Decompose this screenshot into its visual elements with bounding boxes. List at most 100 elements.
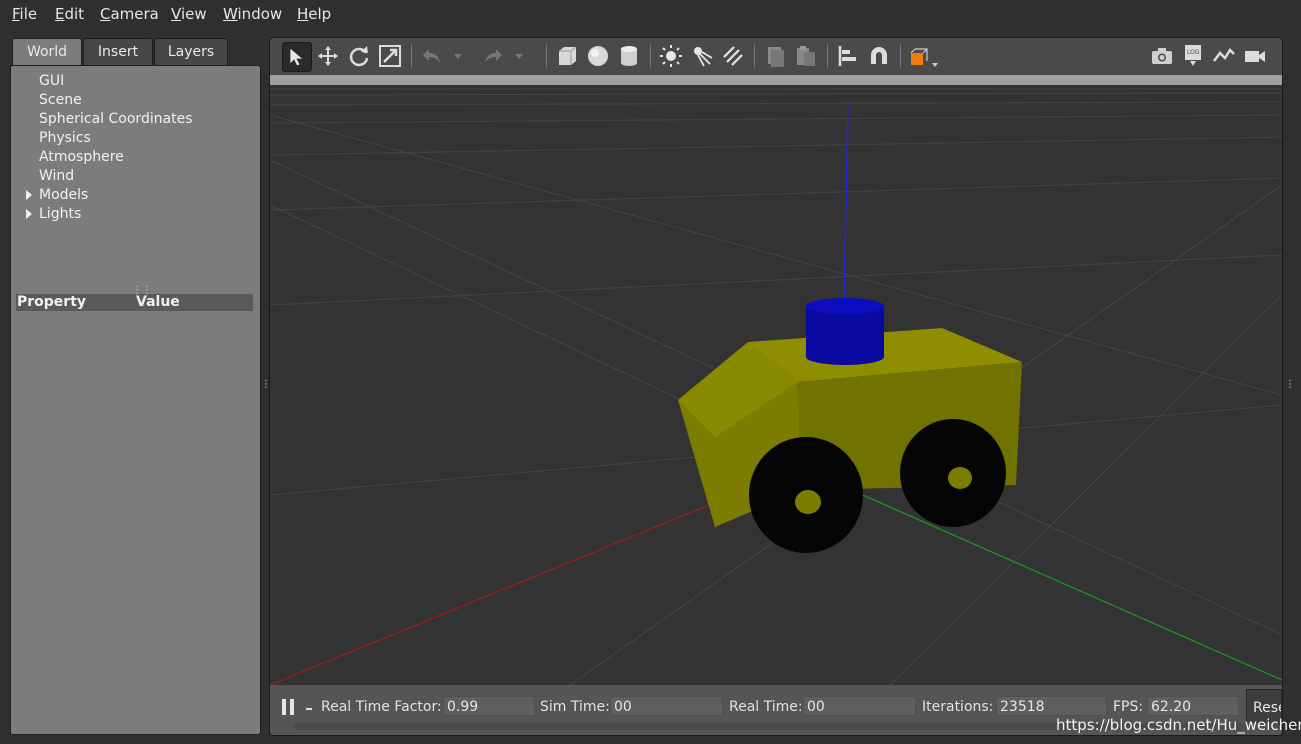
svg-text:LOG: LOG xyxy=(1187,49,1200,56)
menu-camera[interactable]: Camera xyxy=(100,5,159,23)
toolbar-separator xyxy=(411,44,412,68)
tree-item-physics[interactable]: Physics xyxy=(39,130,91,146)
real-time-factor-label: Real Time Factor: xyxy=(321,699,442,715)
iterations-value: 23518 xyxy=(996,696,1107,716)
rear-wheel-hub xyxy=(948,467,972,489)
menu-window[interactable]: Window xyxy=(223,5,282,23)
screenshot-button[interactable] xyxy=(1148,42,1176,70)
video-record-button[interactable] xyxy=(1241,42,1269,70)
sim-time-label: Sim Time: xyxy=(540,699,610,715)
undo-button[interactable] xyxy=(418,42,446,70)
redo-icon xyxy=(485,49,502,63)
tree-item-gui[interactable]: GUI xyxy=(39,73,64,89)
log-button[interactable]: LOG xyxy=(1179,42,1207,70)
fps-value: 62.20 xyxy=(1147,696,1239,716)
copy-button[interactable] xyxy=(761,42,789,70)
scale-icon xyxy=(379,45,401,67)
menu-window-mnemonic: W xyxy=(223,5,238,23)
menu-view-label: iew xyxy=(180,5,207,23)
redo-button[interactable] xyxy=(479,42,507,70)
snap-icon xyxy=(871,47,887,64)
menu-camera-label: amera xyxy=(110,5,159,23)
plot-icon xyxy=(1213,48,1235,62)
select-mode-button[interactable] xyxy=(282,42,312,72)
value-column-header[interactable]: Value xyxy=(136,294,180,310)
insert-box-button[interactable] xyxy=(553,42,581,70)
undo-icon xyxy=(423,49,440,63)
menu-edit[interactable]: Edit xyxy=(55,5,84,23)
paste-icon xyxy=(797,46,815,66)
spot-light-button[interactable] xyxy=(688,42,716,70)
rotate-icon xyxy=(349,46,369,67)
insert-sphere-button[interactable] xyxy=(584,42,612,70)
menu-view[interactable]: View xyxy=(171,5,207,23)
front-wheel-hub xyxy=(795,490,821,514)
menu-camera-mnemonic: C xyxy=(100,5,111,23)
menu-bar: File Edit Camera View Window Help xyxy=(0,0,1301,28)
expand-arrow-icon[interactable] xyxy=(26,190,32,200)
toolbar-separator xyxy=(827,44,828,68)
tab-world[interactable]: World xyxy=(12,38,82,65)
3d-viewport[interactable] xyxy=(270,75,1282,686)
lidar-sensor-body xyxy=(806,306,884,365)
iterations-label: Iterations: xyxy=(922,699,994,715)
insert-cylinder-button[interactable] xyxy=(615,42,643,70)
menu-file[interactable]: File xyxy=(12,5,37,23)
menu-help[interactable]: Help xyxy=(297,5,331,23)
toolbar-separator xyxy=(546,44,547,68)
scene-canvas[interactable] xyxy=(270,75,1282,686)
box-shape-icon xyxy=(559,46,577,65)
toolbar-separator xyxy=(754,44,755,68)
lidar-sensor-top xyxy=(806,298,884,314)
view-angle-icon xyxy=(910,48,938,67)
cylinder-shape-icon xyxy=(621,46,637,66)
spot-light-icon xyxy=(694,47,713,67)
undo-history-button[interactable] xyxy=(450,42,466,70)
menu-view-mnemonic: V xyxy=(171,5,181,23)
menu-edit-label: dit xyxy=(64,5,85,23)
menu-window-label: indow xyxy=(237,5,283,23)
toolbar: LOG xyxy=(270,38,1282,75)
pause-button[interactable] xyxy=(281,698,295,716)
toolbar-separator xyxy=(900,44,901,68)
redo-history-button[interactable] xyxy=(511,42,527,70)
undo-history-icon xyxy=(454,54,462,59)
menu-help-label: elp xyxy=(308,5,332,23)
tab-insert[interactable]: Insert xyxy=(83,38,153,65)
copy-icon xyxy=(768,47,784,67)
menu-file-label: ile xyxy=(19,5,38,23)
property-table-header: Property Value xyxy=(16,294,253,311)
paste-button[interactable] xyxy=(792,42,820,70)
watermark-text: https://blog.csdn.net/Hu_weichen xyxy=(1056,716,1301,734)
pause-icon xyxy=(282,699,294,715)
scale-button[interactable] xyxy=(376,42,404,70)
log-icon: LOG xyxy=(1185,45,1201,66)
sphere-shape-icon xyxy=(588,46,608,66)
world-panel: GUI Scene Spherical Coordinates Physics … xyxy=(10,65,261,735)
tree-item-spherical-coordinates[interactable]: Spherical Coordinates xyxy=(39,111,193,127)
expand-arrow-icon[interactable] xyxy=(26,209,32,219)
tree-item-scene[interactable]: Scene xyxy=(39,92,82,108)
render-view: LOG Real Time Factor: 0.99 Sim Time: 00 … xyxy=(269,37,1283,736)
translate-button[interactable] xyxy=(314,42,342,70)
directional-light-button[interactable] xyxy=(719,42,747,70)
align-button[interactable] xyxy=(834,42,862,70)
tree-item-models[interactable]: Models xyxy=(39,187,88,203)
tree-item-lights[interactable]: Lights xyxy=(39,206,81,222)
real-time-label: Real Time: xyxy=(729,699,803,715)
view-angle-button[interactable] xyxy=(907,42,943,70)
point-light-button[interactable] xyxy=(657,42,685,70)
translate-icon xyxy=(318,46,338,66)
plot-button[interactable] xyxy=(1210,42,1238,70)
fps-label: FPS: xyxy=(1113,699,1144,715)
tree-item-atmosphere[interactable]: Atmosphere xyxy=(39,149,124,165)
right-splitter-handle[interactable]: ⋮ xyxy=(1285,379,1295,390)
tree-item-wind[interactable]: Wind xyxy=(39,168,74,184)
snap-button[interactable] xyxy=(865,42,893,70)
rotate-button[interactable] xyxy=(345,42,373,70)
toolbar-separator xyxy=(650,44,651,68)
tab-layers[interactable]: Layers xyxy=(154,38,228,65)
menu-help-mnemonic: H xyxy=(297,5,309,23)
property-column-header[interactable]: Property xyxy=(17,294,86,310)
menu-file-mnemonic: F xyxy=(12,5,20,23)
